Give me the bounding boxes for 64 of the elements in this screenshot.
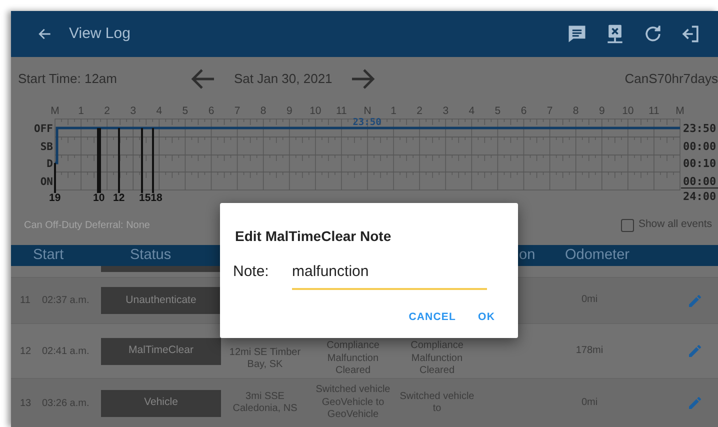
event-marker [54,163,56,193]
event-label: 10 [93,192,105,204]
back-arrow-icon[interactable] [37,26,53,42]
status-cell: Vehicle [101,390,221,416]
dialog-title: Edit MalTimeClear Note [234,227,392,246]
hour-label: 1 [390,105,396,117]
event-label: 12 [113,192,125,204]
show-all-events-checkbox[interactable]: Show all events [621,217,712,233]
previous-day-arrow-icon[interactable] [190,68,216,90]
hour-label: 8 [260,105,266,117]
hour-label: 10 [622,105,634,117]
hour-label: 2 [416,105,422,117]
event-marker [141,128,143,193]
note-label: Note: [233,262,270,282]
hour-label: 4 [468,105,475,117]
hour-label: 7 [546,105,553,117]
app-title: View Log [69,24,130,44]
start-time: Start Time: 12am [18,70,117,88]
log-date: Sat Jan 30, 2021 [234,70,332,88]
event-label: 19 [49,192,61,204]
ruleset-label: CanS70hr7days [624,70,718,88]
event-marker [152,128,154,193]
hour-label: 2 [104,105,110,117]
hour-label: 11 [648,105,660,117]
event-marker [118,128,120,193]
status-cell: Unauthenticate [101,287,221,314]
hour-label: 6 [520,105,527,117]
hour-label: 11 [336,105,347,117]
column-header: Start [33,246,65,265]
hour-label: M [50,105,60,117]
total-hours: 24:00 [683,190,716,203]
hour-label: 10 [310,105,322,117]
column-header: Status [130,246,172,265]
column-header: Odometer [565,246,630,265]
hour-label: 3 [442,105,449,117]
status-label: OFF [34,123,53,135]
status-label: D [46,158,53,170]
status-cell: MalTimeClear [101,338,221,364]
message-icon[interactable] [566,23,588,45]
status-label: ON [40,176,53,188]
event-label: 1518 [139,192,162,204]
status-label: SB [40,141,53,153]
next-day-arrow-icon[interactable] [350,68,376,90]
hour-label: 8 [572,105,579,117]
cancel-button[interactable]: CANCEL [404,308,460,328]
hour-label: 9 [598,105,605,117]
hour-label: 9 [286,105,292,117]
total-hours: 00:00 [683,140,716,153]
total-hours: 00:10 [683,157,716,170]
hour-label: 3 [130,105,136,117]
ok-button[interactable]: OK [474,308,499,328]
hour-label: 5 [494,105,501,117]
hour-label: 7 [234,105,240,117]
hour-label: 6 [208,105,214,117]
duration-label: 23:50 [352,117,382,128]
note-input-field[interactable]: malfunction [292,261,487,290]
hour-label: 4 [156,105,162,117]
hour-label: M [676,105,684,117]
hour-label: N [364,105,372,117]
total-hours: 00:00 [683,175,716,188]
hour-label: 5 [182,105,188,117]
column-header: on [519,246,536,265]
hour-label: 1 [78,105,84,117]
total-hours: 23:50 [683,122,716,135]
